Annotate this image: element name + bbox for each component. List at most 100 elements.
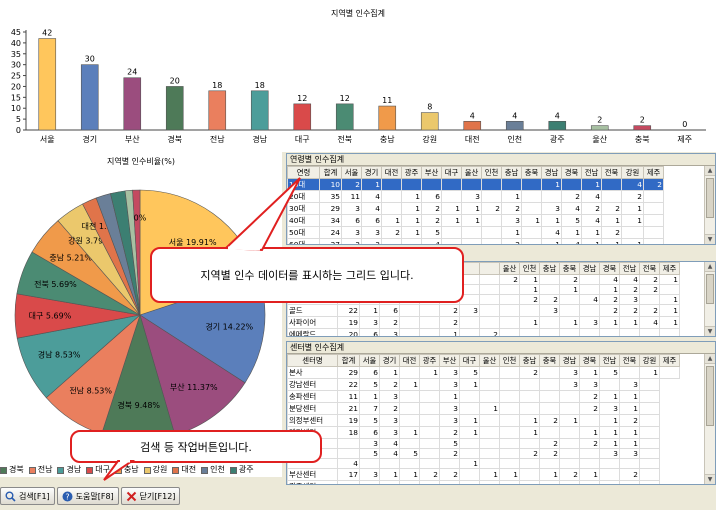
- table-cell[interactable]: [659, 284, 680, 295]
- table-cell[interactable]: [601, 178, 622, 191]
- column-header[interactable]: 전남: [599, 354, 620, 367]
- table-cell[interactable]: [421, 178, 442, 191]
- table-cell[interactable]: 1: [521, 214, 542, 227]
- table-cell[interactable]: 2: [439, 426, 460, 439]
- table-cell[interactable]: [499, 328, 520, 336]
- table-cell[interactable]: 2: [439, 468, 460, 481]
- table-cell[interactable]: 광주센터: [287, 480, 338, 484]
- table-cell[interactable]: 5: [599, 366, 620, 379]
- table-cell[interactable]: 6: [359, 366, 380, 379]
- table-cell[interactable]: 2: [421, 214, 442, 227]
- scroll-thumb[interactable]: [706, 366, 714, 426]
- table-cell[interactable]: [399, 328, 420, 336]
- table-cell[interactable]: 1: [501, 190, 522, 203]
- table-cell[interactable]: 1: [401, 190, 422, 203]
- table-cell[interactable]: [559, 438, 580, 449]
- table-cell[interactable]: 4: [379, 438, 400, 449]
- table-cell[interactable]: 1: [519, 414, 540, 427]
- table-cell[interactable]: [459, 328, 480, 336]
- table-cell[interactable]: [639, 480, 660, 484]
- table-cell[interactable]: 2: [501, 202, 522, 215]
- column-header[interactable]: [479, 262, 500, 275]
- table-cell[interactable]: 1: [399, 378, 420, 391]
- table-cell[interactable]: 1: [659, 304, 680, 317]
- table-cell[interactable]: [499, 390, 520, 403]
- table-cell[interactable]: 6: [341, 214, 362, 227]
- table-cell[interactable]: 3: [619, 378, 640, 391]
- column-header[interactable]: 광주: [419, 354, 440, 367]
- table-cell[interactable]: [461, 238, 482, 244]
- center-grid-scrollbar[interactable]: ▲ ▼: [704, 354, 715, 484]
- table-cell[interactable]: 1: [381, 214, 402, 227]
- table-cell[interactable]: 본사: [287, 366, 338, 379]
- table-cell[interactable]: [479, 458, 500, 469]
- table-cell[interactable]: 3: [599, 448, 620, 459]
- table-cell[interactable]: [399, 366, 420, 379]
- table-cell[interactable]: 1: [581, 238, 602, 244]
- table-cell[interactable]: 1: [419, 366, 440, 379]
- table-cell[interactable]: 1: [401, 226, 422, 239]
- table-cell[interactable]: [479, 390, 500, 403]
- table-cell[interactable]: 4: [337, 458, 360, 469]
- table-cell[interactable]: [621, 226, 644, 239]
- column-header[interactable]: 연령: [287, 166, 320, 179]
- table-cell[interactable]: [619, 458, 640, 469]
- table-cell[interactable]: 19: [337, 316, 360, 329]
- table-cell[interactable]: [639, 438, 660, 449]
- table-cell[interactable]: [639, 402, 660, 415]
- table-cell[interactable]: 1: [361, 178, 382, 191]
- table-cell[interactable]: 강남센터: [287, 378, 338, 391]
- table-cell[interactable]: [459, 316, 480, 329]
- table-cell[interactable]: [419, 426, 440, 439]
- table-cell[interactable]: 3: [379, 426, 400, 439]
- table-cell[interactable]: 1: [439, 328, 460, 336]
- table-cell[interactable]: 2: [561, 190, 582, 203]
- table-row[interactable]: 대전센터18631211111: [287, 426, 680, 439]
- table-cell[interactable]: [539, 402, 560, 415]
- table-cell[interactable]: 4: [639, 316, 660, 329]
- table-cell[interactable]: 6: [421, 190, 442, 203]
- grade-grid-scrollbar[interactable]: ▲ ▼: [704, 262, 715, 336]
- table-cell[interactable]: 1: [619, 390, 640, 403]
- table-cell[interactable]: 2: [539, 438, 560, 449]
- table-cell[interactable]: [579, 480, 600, 484]
- table-cell[interactable]: 2: [619, 284, 640, 295]
- table-cell[interactable]: 1: [499, 468, 520, 481]
- table-cell[interactable]: 1: [619, 402, 640, 415]
- table-cell[interactable]: [519, 438, 540, 449]
- table-cell[interactable]: [579, 448, 600, 459]
- age-grid[interactable]: 연령 합계 서울 경기 대전 광주 부산 대구 울산 인천 충남 충북 경남 경북 전남 전북 강원 제주 10대 1…: [287, 166, 664, 244]
- table-cell[interactable]: 1: [599, 414, 620, 427]
- table-cell[interactable]: [619, 480, 640, 484]
- column-header[interactable]: 충북: [539, 354, 560, 367]
- column-header[interactable]: 경남: [541, 166, 562, 179]
- table-cell[interactable]: 3: [559, 378, 580, 391]
- table-cell[interactable]: 11: [341, 190, 362, 203]
- table-cell[interactable]: [559, 304, 580, 317]
- table-cell[interactable]: [639, 294, 660, 305]
- table-cell[interactable]: [643, 238, 664, 244]
- table-cell[interactable]: 2: [539, 414, 560, 427]
- table-cell[interactable]: [479, 426, 500, 439]
- table-cell[interactable]: 3: [541, 202, 562, 215]
- table-cell[interactable]: [459, 390, 480, 403]
- table-cell[interactable]: 4: [621, 178, 644, 191]
- table-cell[interactable]: 10대: [287, 178, 320, 191]
- table-cell[interactable]: [499, 294, 520, 305]
- table-cell[interactable]: 1: [379, 468, 400, 481]
- table-cell[interactable]: [419, 402, 440, 415]
- table-row[interactable]: 광주센터161211: [287, 480, 680, 484]
- table-cell[interactable]: 34: [319, 214, 342, 227]
- table-cell[interactable]: 2: [539, 448, 560, 459]
- center-grid[interactable]: 센터명 합계 서울 경기 대전 광주 부산 대구 울산 인천 충남 충북 경남 경북 전남 전북 강원 제주 본사 2…: [287, 354, 680, 484]
- table-cell[interactable]: 2: [579, 390, 600, 403]
- table-cell[interactable]: [559, 328, 580, 336]
- column-header[interactable]: 광주: [401, 166, 422, 179]
- column-header[interactable]: 대구: [459, 354, 480, 367]
- table-cell[interactable]: 1: [581, 178, 602, 191]
- table-cell[interactable]: [479, 438, 500, 449]
- table-cell[interactable]: [481, 226, 502, 239]
- table-cell[interactable]: [521, 202, 542, 215]
- table-cell[interactable]: [519, 480, 540, 484]
- column-header[interactable]: 경북: [599, 262, 620, 275]
